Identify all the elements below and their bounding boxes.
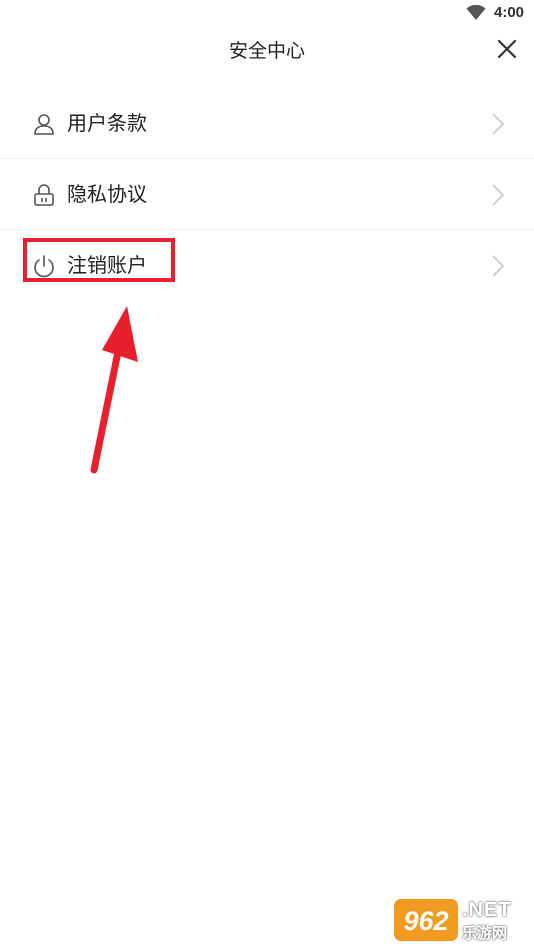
- menu-item-delete-account[interactable]: 注销账户: [0, 230, 534, 300]
- menu-list: 用户条款 隐私协议 注销账户: [0, 88, 534, 300]
- wifi-icon: [466, 5, 486, 20]
- red-arrow-annotation: [90, 306, 138, 474]
- menu-item-label: 用户条款: [67, 111, 147, 135]
- menu-item-privacy-policy[interactable]: 隐私协议: [0, 159, 534, 230]
- status-bar: 4:00: [0, 0, 534, 28]
- status-time: 4:00: [494, 4, 525, 21]
- menu-item-label: 隐私协议: [67, 182, 147, 206]
- menu-item-label: 注销账户: [67, 253, 147, 277]
- power-icon: [34, 255, 54, 278]
- chevron-right-icon: [492, 255, 505, 277]
- lock-icon: [34, 184, 54, 206]
- watermark-number: 962: [403, 906, 448, 936]
- chevron-right-icon: [492, 184, 505, 206]
- watermark: 962 .NET 乐游网: [392, 896, 530, 946]
- user-icon: [34, 114, 54, 135]
- watermark-suffix: .NET: [462, 899, 512, 921]
- page-title: 安全中心: [228, 40, 305, 62]
- menu-item-user-terms[interactable]: 用户条款: [0, 88, 534, 159]
- watermark-site-name: 乐游网: [462, 924, 508, 942]
- close-icon[interactable]: [494, 36, 520, 62]
- chevron-right-icon: [492, 113, 505, 135]
- title-bar: 安全中心: [0, 28, 534, 74]
